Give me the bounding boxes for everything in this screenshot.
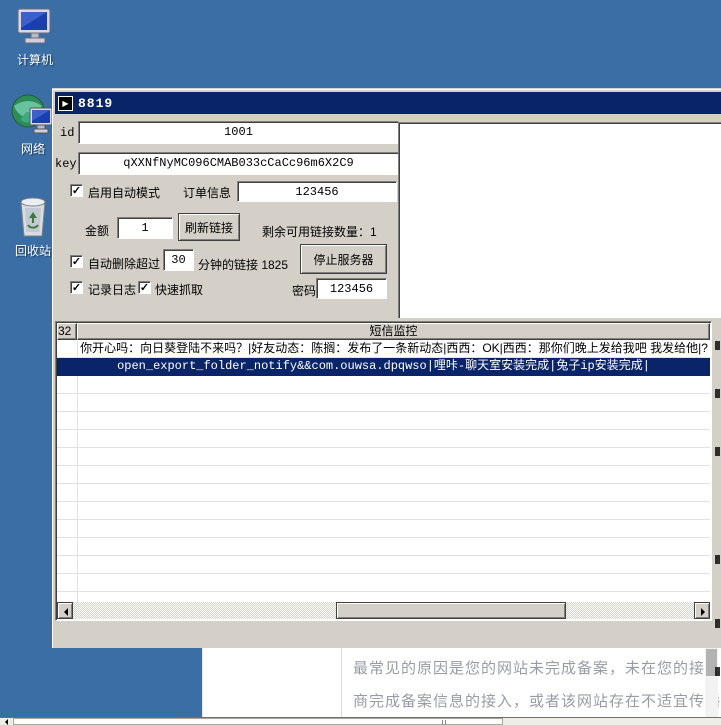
key-label: key	[55, 157, 77, 171]
order-info-input[interactable]: 123456	[237, 181, 397, 202]
log-checkbox[interactable]: ✓	[70, 281, 83, 294]
page-text-line2: 商完成备案信息的接入，或者该网站存在不适宜传播	[353, 690, 721, 711]
computer-icon	[13, 5, 57, 49]
window-title: 8819	[78, 96, 113, 111]
list-body: 你开心吗：向日葵登陆不来吗？|好友动态：陈搁：发布了一条新动态|西西：OK|西西…	[57, 340, 710, 602]
scroll-thumb[interactable]	[13, 718, 503, 725]
recycle-bin-icon	[11, 192, 55, 240]
password-label: 密码	[292, 282, 316, 299]
list-header: 32 短信监控	[57, 323, 710, 340]
desktop-icon-label: 计算机	[6, 51, 64, 68]
column-header-sms-monitor[interactable]: 短信监控	[77, 323, 710, 340]
left-arrow-icon	[60, 608, 68, 616]
amount-label: 金额	[85, 222, 109, 239]
desktop-icon-computer[interactable]: 计算机	[6, 5, 64, 68]
id-label: id	[60, 126, 74, 140]
desktop: 计算机 网络 回收站 最常见的原因是您的网站未完成备案，未在您的接入 商完	[0, 0, 721, 725]
list-horizontal-scrollbar[interactable]	[57, 602, 710, 619]
list-scroll-thumb[interactable]	[336, 602, 566, 619]
fast-grab-checkbox[interactable]: ✓	[138, 281, 151, 294]
background-webpage: 最常见的原因是您的网站未完成备案，未在您的接入 商完成备案信息的接入，或者该网站…	[202, 648, 721, 717]
sms-monitor-list: 32 短信监控 你开心吗：向日葵登陆不来吗？|好友动态：陈搁：发布了一条新动态|…	[55, 321, 712, 621]
fast-grab-label: 快速抓取	[155, 281, 203, 298]
column-divider	[77, 340, 78, 602]
refresh-link-button[interactable]: 刷新链接	[178, 213, 240, 241]
app-window-8819: ▶ 8819 id 1001 key qXXNfNyMC096CMAB033cC…	[52, 88, 721, 648]
id-input[interactable]: 1001	[78, 121, 399, 144]
list-row-selected[interactable]: open_export_folder_notify&&com.ouwsa.dpq…	[57, 358, 710, 376]
list-row[interactable]: 你开心吗：向日葵登陆不来吗？|好友动态：陈搁：发布了一条新动态|西西：OK|西西…	[57, 340, 710, 358]
page-text-line1: 最常见的原因是您的网站未完成备案，未在您的接入	[353, 657, 721, 678]
bottom-scrollbar[interactable]	[0, 717, 721, 725]
grip-icon	[442, 720, 448, 725]
clipped-content	[713, 327, 721, 617]
stop-server-button[interactable]: 停止服务器	[300, 244, 387, 274]
auto-mode-checkbox[interactable]: ✓	[70, 184, 83, 197]
minutes-input[interactable]: 30	[163, 249, 194, 271]
column-header-index[interactable]: 32	[57, 323, 77, 340]
auto-delete-checkbox[interactable]: ✓	[70, 255, 83, 268]
amount-input[interactable]: 1	[117, 217, 173, 239]
auto-mode-label: 启用自动模式	[88, 184, 160, 201]
network-icon	[8, 92, 58, 138]
app-icon: ▶	[58, 96, 73, 111]
order-info-label: 订单信息	[183, 184, 231, 201]
scroll-left-button[interactable]	[57, 602, 73, 619]
password-input[interactable]: 123456	[316, 278, 387, 299]
output-panel	[398, 122, 721, 318]
page-vertical-scrollbar[interactable]	[705, 648, 718, 717]
titlebar[interactable]: ▶ 8819	[55, 92, 721, 114]
right-arrow-icon	[701, 608, 709, 616]
scroll-right-button[interactable]	[694, 602, 710, 619]
minutes-suffix-label: 分钟的链接 1825	[198, 256, 288, 273]
log-label: 记录日志	[88, 281, 136, 298]
page-divider	[341, 648, 342, 717]
key-input[interactable]: qXXNfNyMC096CMAB033cCaCc96m6X2C9	[78, 152, 399, 175]
scroll-left-icon[interactable]	[2, 719, 8, 725]
remaining-links-label: 剩余可用链接数量：1	[262, 223, 377, 240]
auto-delete-label: 自动删除超过	[88, 255, 160, 272]
